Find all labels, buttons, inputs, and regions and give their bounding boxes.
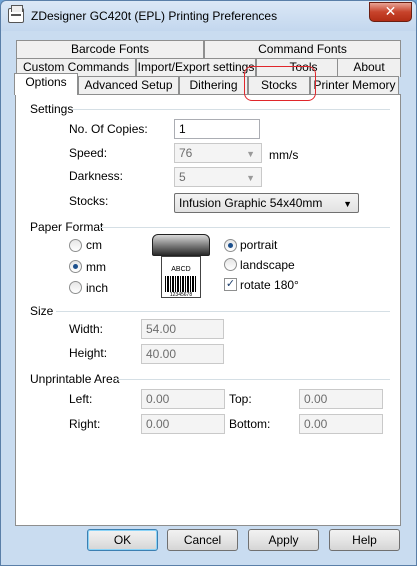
speed-unit: mm/s xyxy=(269,148,299,162)
label-preview: ABCD 12345678 xyxy=(161,256,201,298)
size-heading: Size xyxy=(30,304,54,318)
tab-about[interactable]: About xyxy=(337,58,401,77)
stocks-tab-highlight xyxy=(244,66,316,101)
settings-heading: Settings xyxy=(30,102,74,116)
portrait-radio[interactable] xyxy=(224,239,237,252)
top-input[interactable]: 0.00 xyxy=(299,389,383,409)
unit-cm-radio[interactable] xyxy=(69,239,82,252)
darkness-value: 5 xyxy=(179,170,186,184)
tab-advanced-setup[interactable]: Advanced Setup xyxy=(78,76,179,95)
paper-format-divider xyxy=(100,227,390,228)
rotate-180-checkbox[interactable]: ✓ xyxy=(224,278,237,291)
portrait-label: portrait xyxy=(240,238,278,252)
barcode-icon xyxy=(165,276,197,292)
unprintable-area-heading: Unprintable Area xyxy=(30,372,120,386)
left-input[interactable]: 0.00 xyxy=(141,389,225,409)
printer-preview-image: ABCD 12345678 xyxy=(152,234,212,300)
width-label: Width: xyxy=(69,322,104,336)
chevron-down-icon: ▼ xyxy=(343,199,352,209)
bottom-input[interactable]: 0.00 xyxy=(299,414,383,434)
paper-format-heading: Paper Format xyxy=(30,220,104,234)
speed-value: 76 xyxy=(179,146,193,160)
stocks-select[interactable]: Infusion Graphic 54x40mm ▼ xyxy=(174,193,359,213)
tab-import-export-settings[interactable]: Import/Export settings xyxy=(136,58,256,77)
cancel-button[interactable]: Cancel xyxy=(167,529,238,551)
ok-button[interactable]: OK xyxy=(87,529,158,551)
label-preview-text: ABCD xyxy=(171,266,191,273)
height-label: Height: xyxy=(69,346,108,360)
size-divider xyxy=(56,311,390,312)
printer-icon xyxy=(8,5,24,23)
copies-input[interactable]: 1 xyxy=(174,119,260,139)
darkness-label: Darkness: xyxy=(69,169,124,183)
stocks-value: Infusion Graphic 54x40mm xyxy=(179,196,323,210)
left-label: Left: xyxy=(69,392,93,406)
unit-mm-radio[interactable] xyxy=(69,260,82,273)
speed-label: Speed: xyxy=(69,146,108,160)
stocks-label: Stocks: xyxy=(69,194,109,208)
window-title: ZDesigner GC420t (EPL) Printing Preferen… xyxy=(31,9,278,23)
tab-barcode-fonts[interactable]: Barcode Fonts xyxy=(16,40,204,59)
title-bar[interactable]: ZDesigner GC420t (EPL) Printing Preferen… xyxy=(1,1,416,31)
help-button[interactable]: Help xyxy=(329,529,400,551)
landscape-radio[interactable] xyxy=(224,258,237,271)
unit-inch-radio[interactable] xyxy=(69,281,82,294)
settings-divider xyxy=(72,109,390,110)
darkness-select[interactable]: 5 ▼ xyxy=(174,167,262,187)
rotate-180-label: rotate 180° xyxy=(240,278,299,292)
tab-printer-memory[interactable]: Printer Memory xyxy=(310,76,399,95)
chevron-down-icon: ▼ xyxy=(246,149,255,159)
copies-label: No. Of Copies: xyxy=(69,122,148,136)
right-input[interactable]: 0.00 xyxy=(141,414,225,434)
unit-mm-label: mm xyxy=(86,260,106,274)
tab-dithering[interactable]: Dithering xyxy=(179,76,248,95)
speed-select[interactable]: 76 ▼ xyxy=(174,143,262,163)
unprintable-area-divider xyxy=(116,379,390,380)
close-button[interactable]: ✕ xyxy=(369,2,412,22)
tab-command-fonts[interactable]: Command Fonts xyxy=(204,40,401,59)
tab-options[interactable]: Options xyxy=(14,73,78,95)
unit-inch-label: inch xyxy=(86,281,109,295)
unit-cm-label: cm xyxy=(86,238,102,252)
width-input[interactable]: 54.00 xyxy=(141,319,224,339)
bottom-label: Bottom: xyxy=(229,417,271,431)
right-label: Right: xyxy=(69,417,101,431)
printer-body xyxy=(152,234,210,256)
height-input[interactable]: 40.00 xyxy=(141,344,224,364)
apply-button[interactable]: Apply xyxy=(248,529,319,551)
top-label: Top: xyxy=(229,392,252,406)
label-preview-number: 12345678 xyxy=(169,292,193,298)
chevron-down-icon: ▼ xyxy=(246,173,255,183)
landscape-label: landscape xyxy=(240,258,295,272)
